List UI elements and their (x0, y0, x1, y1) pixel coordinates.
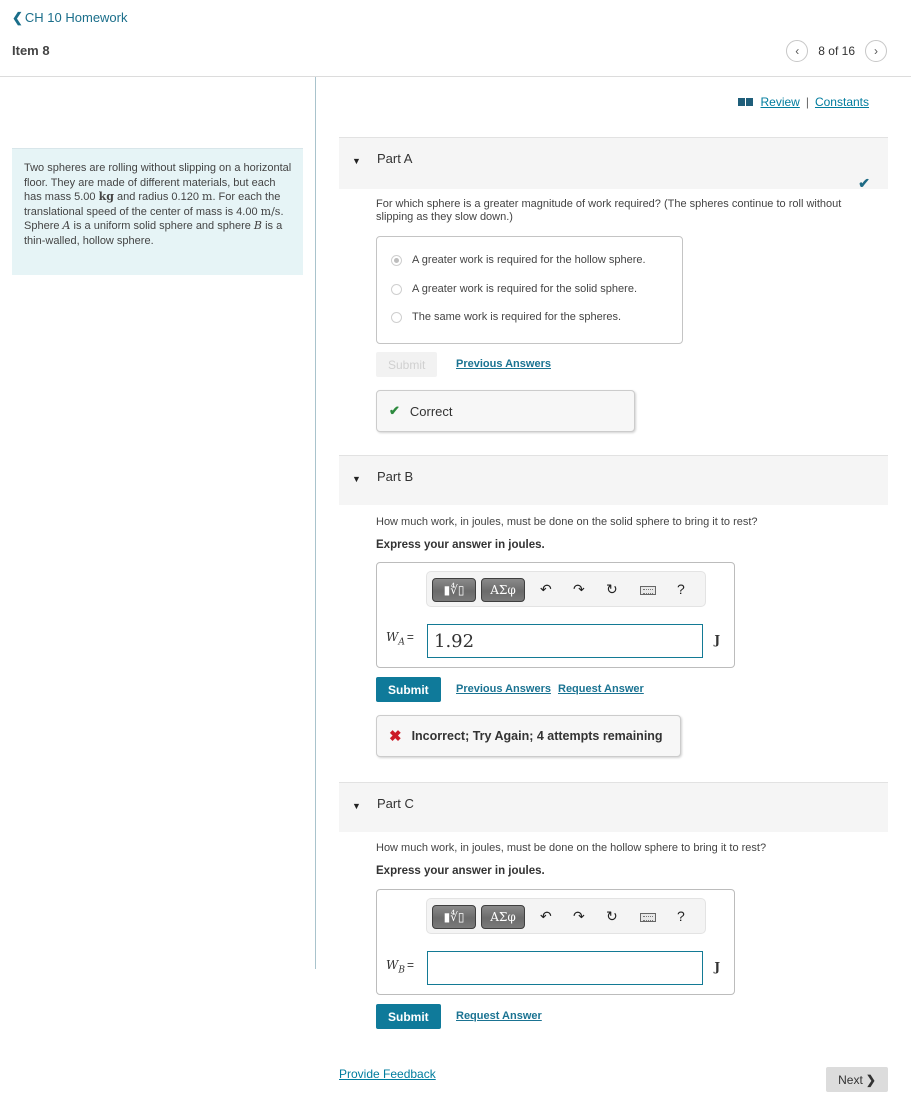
part-complete-check-icon: ✔ (858, 175, 870, 191)
problem-statement: Two spheres are rolling without slipping… (12, 148, 303, 275)
item-title: Item 8 (12, 43, 50, 58)
part-a-choices: A greater work is required for the hollo… (376, 236, 683, 344)
part-c-question: How much work, in joules, must be done o… (376, 842, 767, 854)
choice-label: A greater work is required for the hollo… (412, 254, 646, 266)
part-c-instruction: Express your answer in joules. (376, 865, 545, 877)
chevron-left-icon: ‹ (795, 44, 800, 58)
greek-icon: ΑΣφ (490, 910, 516, 924)
part-b-answer-input[interactable] (427, 624, 703, 658)
sphere-b-symbol: B (253, 219, 263, 233)
mass-unit: kg (98, 190, 114, 204)
templates-icon: ▮∜▯ (443, 910, 465, 924)
part-b-header[interactable]: ▼ Part B (339, 455, 888, 505)
item-pager: ‹ 8 of 16 › (786, 40, 887, 62)
templates-button[interactable]: ▮∜▯ (432, 905, 476, 929)
choice-label: A greater work is required for the solid… (412, 283, 638, 295)
radio-unselected[interactable] (391, 311, 402, 323)
greek-symbols-button[interactable]: ΑΣφ (481, 578, 525, 602)
help-icon[interactable]: ? (677, 581, 685, 597)
keyboard-icon[interactable] (640, 913, 656, 922)
part-c-title: Part C (377, 796, 414, 811)
part-b-instruction: Express your answer in joules. (376, 539, 545, 551)
constants-link[interactable]: Constants (815, 95, 869, 109)
help-icon[interactable]: ? (677, 908, 685, 924)
radio-unselected[interactable] (391, 283, 402, 295)
problem-text: is a uniform solid sphere and sphere (70, 220, 254, 233)
provide-feedback-link[interactable]: Provide Feedback (339, 1067, 436, 1081)
review-constants-links: Review | Constants (738, 95, 869, 109)
next-button[interactable]: Next ❯ (826, 1067, 888, 1092)
reset-icon[interactable]: ↻ (606, 581, 618, 598)
speed-unit: m/s (260, 204, 281, 218)
book-icon (738, 98, 754, 106)
chevron-left-icon: ❮ (12, 10, 23, 25)
part-b-request-answer-link[interactable]: Request Answer (558, 683, 644, 695)
review-link[interactable]: Review (760, 95, 799, 109)
undo-icon[interactable]: ↶ (540, 908, 552, 925)
undo-icon[interactable]: ↶ (540, 581, 552, 598)
collapse-triangle-icon: ▼ (352, 801, 361, 811)
redo-icon[interactable]: ↷ (573, 908, 585, 925)
greek-icon: ΑΣφ (490, 583, 516, 597)
math-toolbar: ▮∜▯ ΑΣφ ↶ ↷ ↻ ? (426, 571, 706, 607)
item-count: 8 of 16 (818, 44, 855, 58)
templates-button[interactable]: ▮∜▯ (432, 578, 476, 602)
back-to-assignment-link[interactable]: ❮ CH 10 Homework (12, 10, 128, 26)
unit-label: J (714, 960, 720, 974)
part-b-submit-button[interactable]: Submit (376, 677, 441, 702)
part-b-feedback: ✖ Incorrect; Try Again; 4 attempts remai… (376, 715, 681, 757)
reset-icon[interactable]: ↻ (606, 908, 618, 925)
unit-label: J (714, 633, 720, 647)
part-a-previous-answers-link[interactable]: Previous Answers (456, 358, 551, 370)
problem-text: and radius 0.120 (113, 191, 202, 204)
part-b-answer-box: ▮∜▯ ΑΣφ ↶ ↷ ↻ ? WA= J (376, 562, 735, 668)
correct-check-icon: ✔ (389, 403, 400, 418)
math-toolbar: ▮∜▯ ΑΣφ ↶ ↷ ↻ ? (426, 898, 706, 934)
collapse-triangle-icon: ▼ (352, 156, 361, 166)
choice-solid[interactable]: A greater work is required for the solid… (391, 283, 637, 295)
choice-hollow[interactable]: A greater work is required for the hollo… (391, 254, 646, 266)
part-b-question: How much work, in joules, must be done o… (376, 516, 758, 528)
part-a-title: Part A (377, 151, 413, 166)
feedback-text: Incorrect; Try Again; 4 attempts remaini… (411, 729, 663, 743)
choice-same[interactable]: The same work is required for the sphere… (391, 311, 621, 323)
feedback-text: Correct (409, 403, 453, 419)
templates-icon: ▮∜▯ (443, 583, 465, 597)
variable-label: WA = (386, 630, 414, 648)
previous-item-button[interactable]: ‹ (786, 40, 809, 62)
choice-label: The same work is required for the sphere… (412, 311, 622, 323)
chevron-right-icon: › (874, 44, 878, 58)
greek-symbols-button[interactable]: ΑΣφ (481, 905, 525, 929)
next-item-button[interactable]: › (865, 40, 887, 62)
part-b-title: Part B (377, 469, 414, 484)
part-a-submit-button[interactable]: Submit (376, 352, 438, 377)
next-label: Next (838, 1072, 863, 1087)
header-divider (0, 76, 911, 77)
part-c-request-answer-link[interactable]: Request Answer (456, 1010, 542, 1022)
link-separator: | (805, 95, 809, 109)
variable-label: WB = (386, 958, 414, 976)
part-c-submit-button[interactable]: Submit (376, 1004, 441, 1029)
redo-icon[interactable]: ↷ (573, 581, 585, 598)
part-c-answer-box: ▮∜▯ ΑΣφ ↶ ↷ ↻ ? WB = J (376, 889, 735, 995)
chevron-right-icon: ❯ (865, 1072, 876, 1087)
radio-selected[interactable] (391, 254, 402, 266)
part-c-header[interactable]: ▼ Part C (339, 782, 888, 832)
keyboard-icon[interactable] (640, 586, 656, 595)
part-a-question: For which sphere is a greater magnitude … (376, 198, 842, 223)
part-a-feedback: ✔ Correct (376, 390, 635, 432)
back-link-label: CH 10 Homework (24, 10, 128, 25)
part-b-previous-answers-link[interactable]: Previous Answers (456, 683, 551, 695)
radius-unit: m (202, 190, 213, 204)
part-a-header[interactable]: ▼ Part A ✔ (339, 137, 888, 191)
part-c-answer-input[interactable] (427, 951, 703, 985)
pane-divider[interactable] (315, 77, 316, 969)
incorrect-x-icon: ✖ (389, 728, 402, 745)
collapse-triangle-icon: ▼ (352, 474, 361, 484)
